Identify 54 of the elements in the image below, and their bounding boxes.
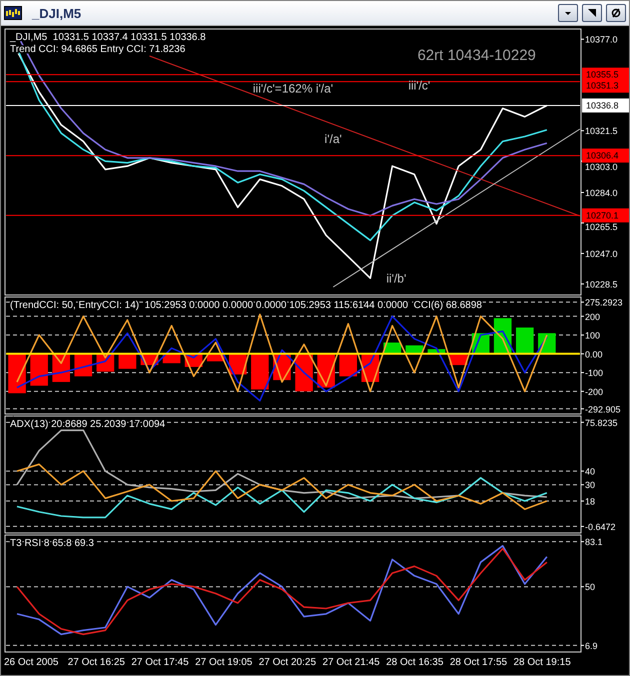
- axis-label: 75.8235: [585, 418, 618, 428]
- chart-icon: [4, 6, 22, 20]
- time-label: 27 Oct 21:45: [322, 656, 381, 668]
- wave-label: i'/a': [324, 132, 342, 146]
- axis-label: 83.1: [585, 537, 603, 548]
- time-label: 27 Oct 17:45: [131, 656, 190, 668]
- indicator-header: (TrendCCI: 50, EntryCCI: 14) 105.2953 0.0000 0.0000 0.0000 105.2953 115.6144 0.0000 CCI(6) 68.6898: [10, 300, 482, 311]
- axis-label: 0.00: [585, 349, 603, 360]
- axis-label: -100: [585, 368, 604, 378]
- minimize-button[interactable]: [558, 4, 578, 22]
- axis-label: 100: [585, 330, 600, 341]
- axis-label: 18: [585, 496, 596, 507]
- time-label: 26 Oct 2005: [4, 656, 60, 668]
- close-icon: [611, 8, 621, 18]
- maximize-button[interactable]: [582, 4, 602, 22]
- axis-label: 10265.5: [585, 222, 618, 232]
- time-label: 27 Oct 19:05: [195, 656, 254, 668]
- axis-label: 10247.0: [585, 248, 618, 259]
- time-label: 28 Oct 17:55: [450, 656, 508, 668]
- axis-label: 10321.5: [585, 126, 618, 136]
- axis-label: 6.9: [585, 640, 598, 651]
- time-label: 27 Oct 20:25: [258, 656, 318, 668]
- axis-label: 10377.0: [585, 34, 618, 45]
- axis-label: -292.905: [585, 404, 621, 414]
- price-tag: 10306.4: [582, 148, 629, 163]
- close-button[interactable]: [606, 4, 626, 22]
- time-label: 28 Oct 16:35: [386, 656, 444, 668]
- ref-line-label: 10306.4: [586, 150, 619, 161]
- price-tag: 10336.8: [582, 98, 629, 112]
- wave-label: iii'/c'=162% i'/a': [252, 81, 334, 96]
- axis-label: 275.2923: [585, 298, 623, 308]
- axis-label: 10303.0: [585, 162, 618, 172]
- ref-line-label: 10351.3: [586, 80, 619, 91]
- ref-line-label: 10336.8: [586, 100, 619, 110]
- time-label: 28 Oct 19:15: [514, 656, 572, 668]
- axis-label: -200: [585, 386, 604, 397]
- window-title: _DJI,M5: [32, 6, 82, 20]
- time-label: 27 Oct 16:25: [68, 656, 126, 668]
- wave-label: 62rt 10434-10229: [417, 47, 536, 64]
- wave-label: ii'/b': [386, 272, 406, 286]
- ref-line-label: 10355.5: [586, 70, 619, 80]
- axis-label: 40: [585, 466, 596, 477]
- axis-label: 10228.5: [585, 279, 618, 290]
- axis-label: 10284.0: [585, 188, 618, 198]
- indicator-header: ADX(13) 20.8689 25.2039 17.0094: [10, 419, 166, 430]
- wave-label: iii'/c': [408, 78, 430, 93]
- price-tag: 10351.3: [582, 78, 629, 93]
- ref-line-label: 10270.1: [586, 210, 619, 220]
- price-tag: 10270.1: [582, 208, 629, 222]
- axis-label: -0.6472: [585, 522, 616, 532]
- triangle-icon: [587, 8, 597, 18]
- axis-label: 30: [585, 480, 596, 490]
- axis-label: 50: [585, 582, 596, 592]
- axis-label: 200: [585, 312, 600, 322]
